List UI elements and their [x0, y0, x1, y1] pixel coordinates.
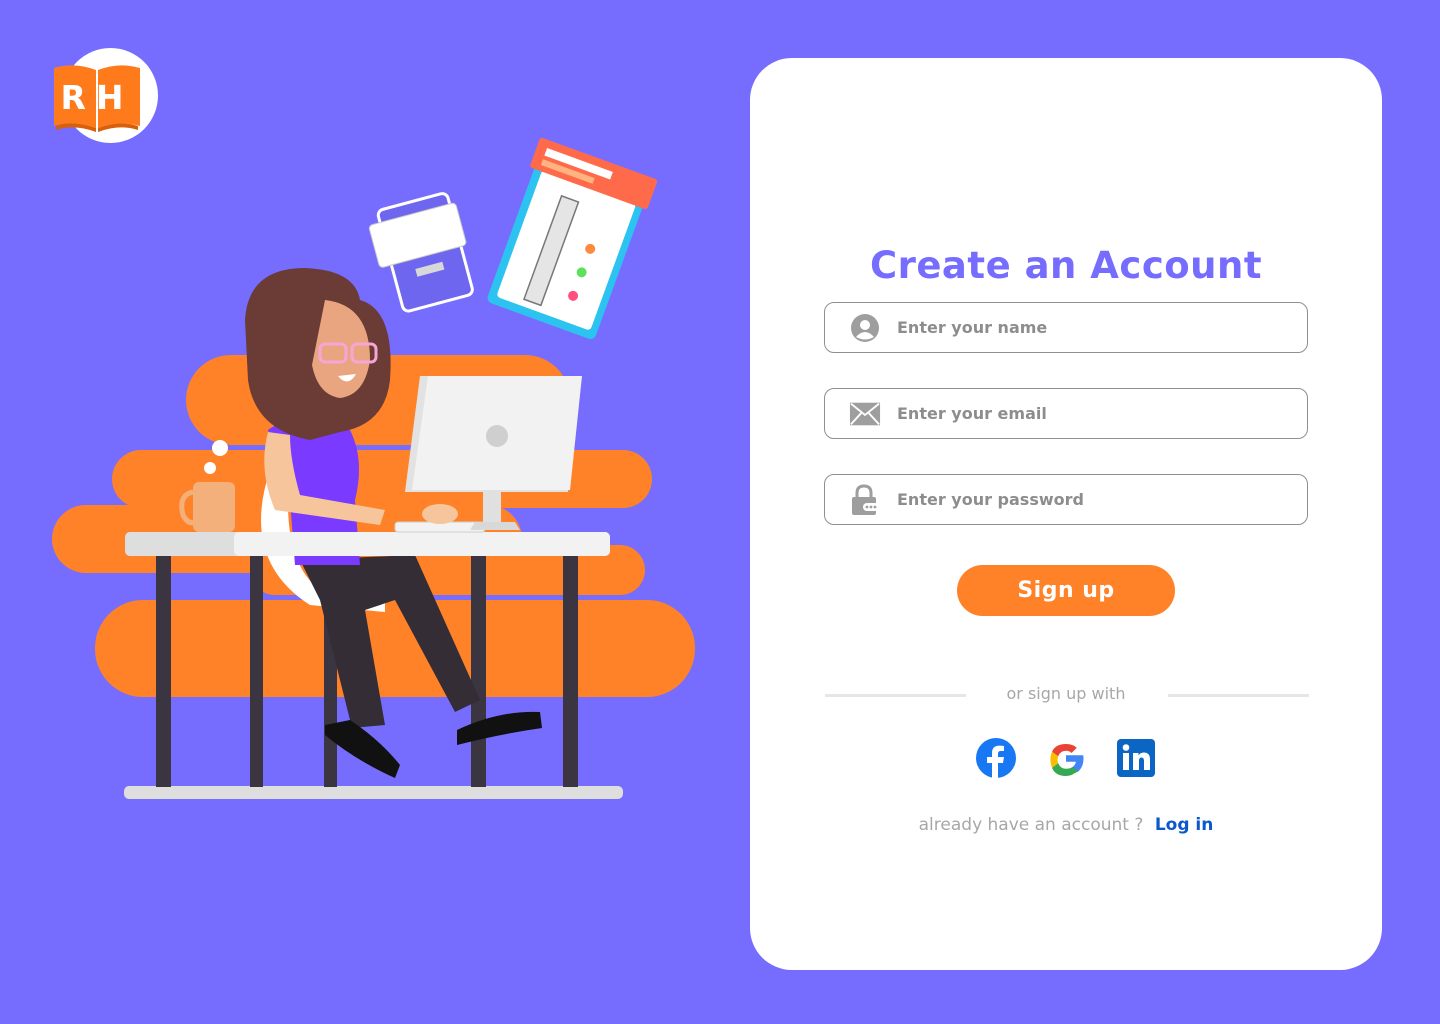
mail-icon: [849, 398, 881, 430]
login-link[interactable]: Log in: [1155, 815, 1214, 835]
password-input[interactable]: [897, 475, 1307, 524]
user-icon: [849, 312, 881, 344]
page-title: Create an Account: [869, 244, 1263, 287]
logo-text: RH: [60, 78, 134, 117]
signup-card: Create an Account Enter your name Enter …: [750, 58, 1382, 970]
notebook-illustration: [368, 192, 474, 313]
linkedin-icon[interactable]: [1116, 738, 1156, 778]
login-prompt: already have an account ?: [918, 815, 1144, 835]
email-field[interactable]: [824, 388, 1308, 439]
email-input[interactable]: [897, 389, 1307, 438]
facebook-icon[interactable]: [976, 738, 1016, 778]
brand-logo[interactable]: RH: [52, 48, 158, 143]
name-input[interactable]: [897, 303, 1307, 352]
illustration: [40, 137, 695, 799]
social-buttons: [976, 738, 1156, 778]
lock-icon: [849, 483, 881, 516]
name-field[interactable]: [824, 302, 1308, 353]
login-row: already have an account ? Log in: [750, 815, 1382, 835]
divider-text: or sign up with: [1006, 684, 1126, 703]
clipboard-illustration: [487, 137, 658, 340]
password-field[interactable]: [824, 474, 1308, 525]
google-icon[interactable]: [1046, 738, 1086, 778]
signup-button[interactable]: Sign up: [957, 565, 1175, 616]
